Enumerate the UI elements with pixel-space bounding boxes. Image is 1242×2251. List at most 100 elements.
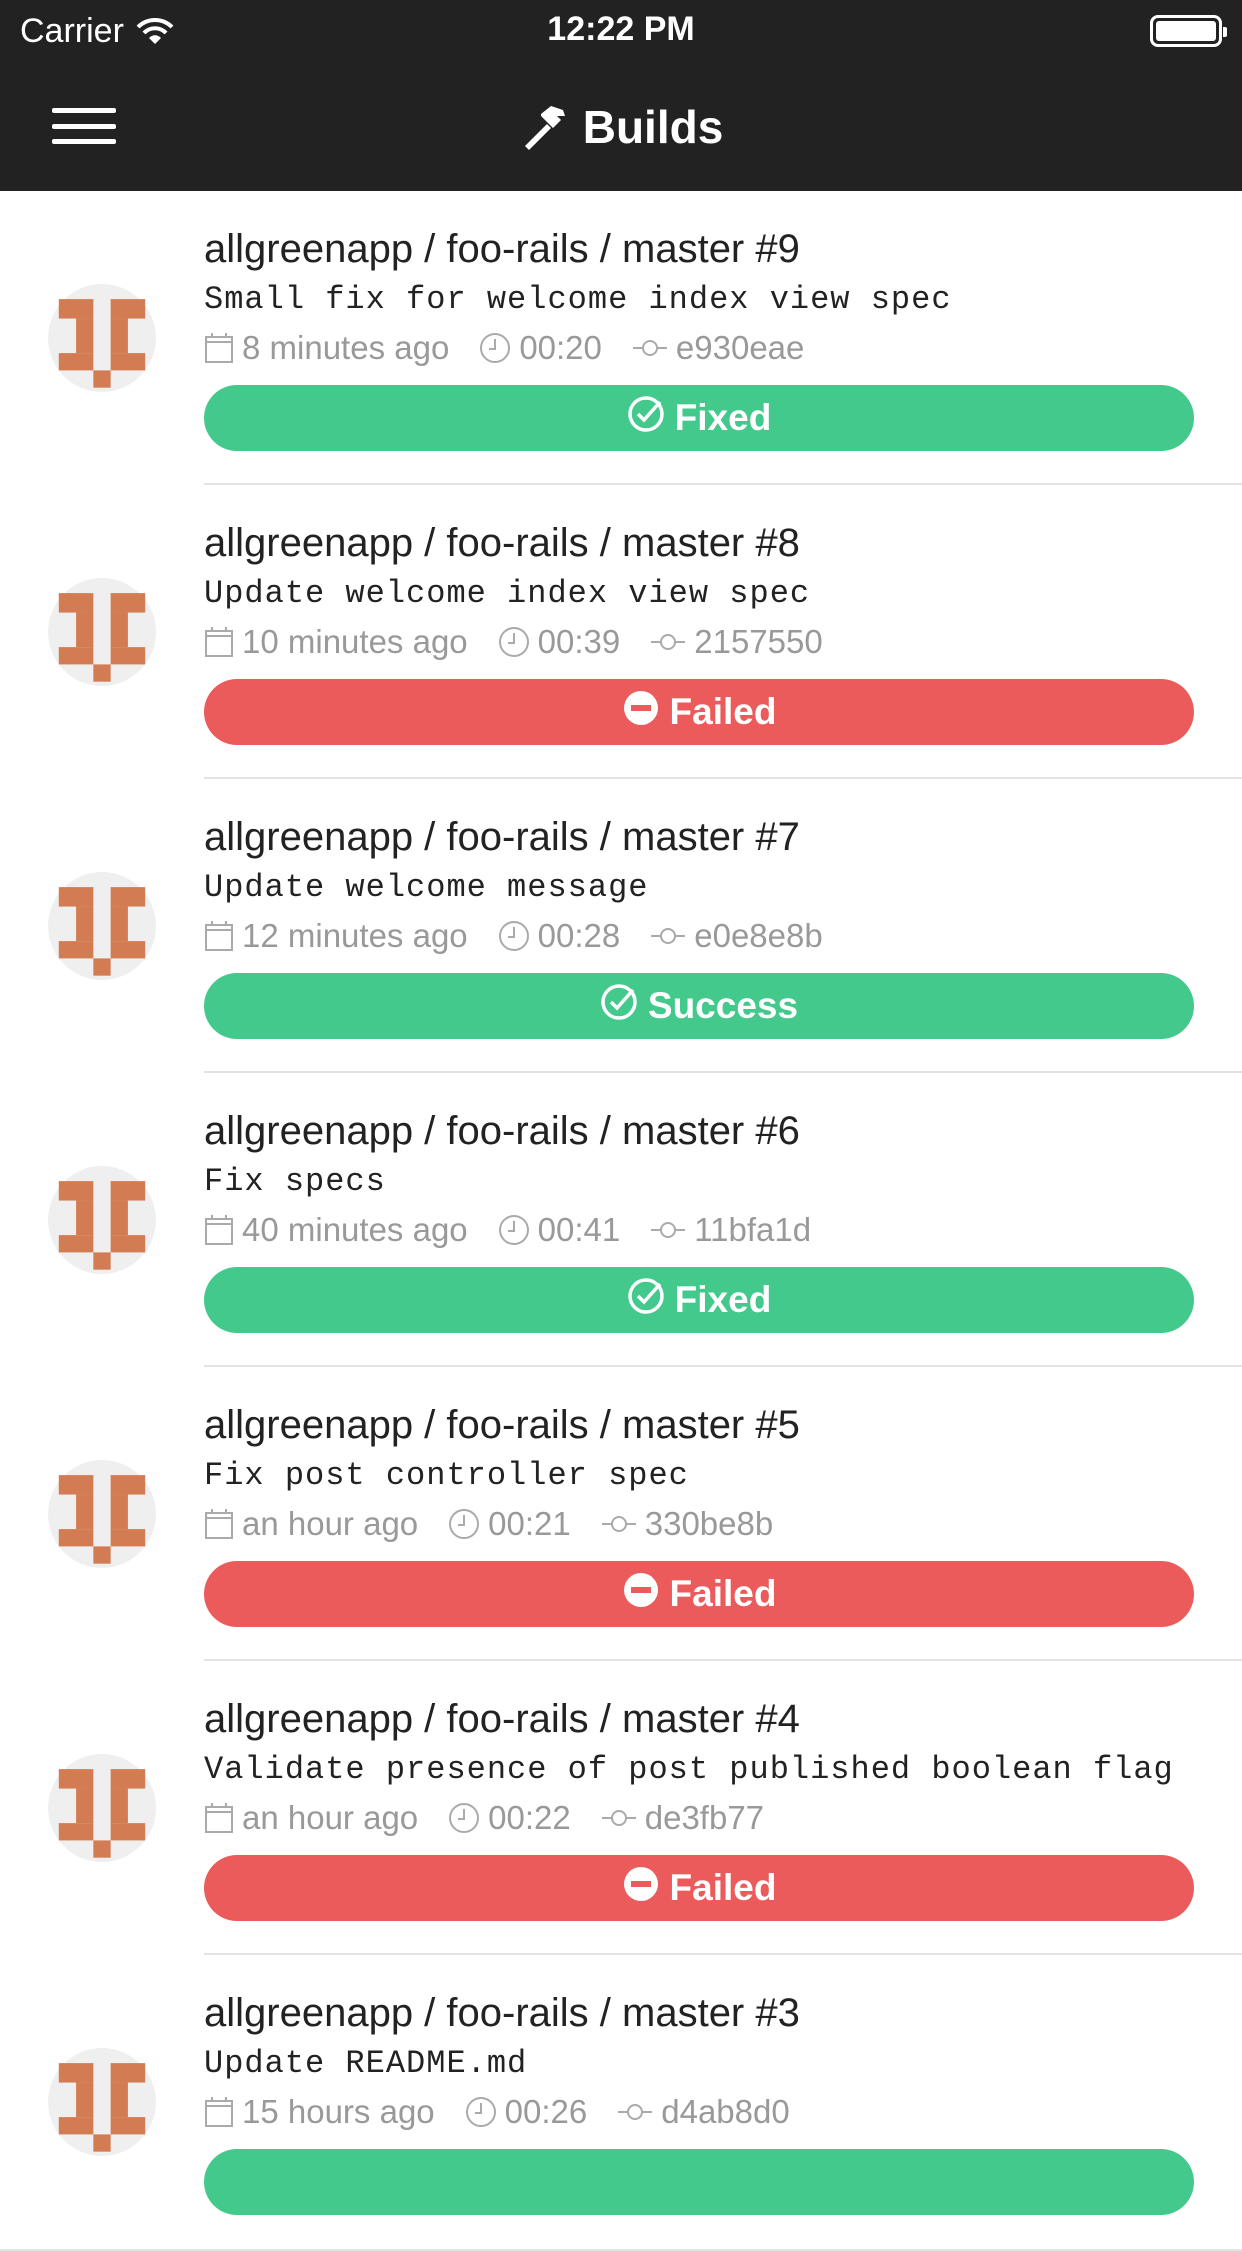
identicon-icon — [48, 872, 156, 980]
avatar — [0, 485, 204, 779]
check-circle-icon — [627, 1277, 665, 1324]
avatar — [0, 1661, 204, 1955]
time-ago: 10 minutes ago — [242, 623, 468, 660]
build-row[interactable]: allgreenapp / foo-rails / master #6 Fix … — [0, 1073, 1242, 1367]
duration: 00:26 — [504, 2093, 588, 2130]
duration: 00:28 — [537, 917, 621, 954]
build-row[interactable]: allgreenapp / foo-rails / master #4 Vali… — [0, 1661, 1242, 1955]
calendar-icon — [204, 2096, 234, 2128]
avatar — [0, 191, 204, 485]
duration: 00:41 — [537, 1211, 621, 1248]
commit-sha: d4ab8d0 — [661, 2093, 790, 2130]
clock-icon — [498, 920, 530, 952]
build-row[interactable]: allgreenapp / foo-rails / master #7 Upda… — [0, 779, 1242, 1073]
calendar-icon — [204, 1214, 234, 1246]
commit-sha: 2157550 — [694, 623, 823, 660]
minus-circle-icon — [622, 1865, 660, 1912]
build-row[interactable]: allgreenapp / foo-rails / master #8 Upda… — [0, 485, 1242, 779]
commit-message: Fix post controller spec — [204, 1457, 689, 1494]
build-row[interactable]: allgreenapp / foo-rails / master #3 Upda… — [0, 1955, 1242, 2251]
clock-icon — [448, 1802, 480, 1834]
status-label: Failed — [669, 691, 777, 732]
build-title: allgreenapp / foo-rails / master #9 — [204, 227, 800, 271]
calendar-icon — [204, 1508, 234, 1540]
status-badge[interactable]: Failed — [204, 679, 1194, 745]
battery-icon — [1150, 15, 1227, 47]
status-badge[interactable]: Fixed — [204, 1267, 1194, 1333]
commit-icon — [617, 2100, 653, 2124]
status-badge[interactable]: Fixed — [204, 385, 1194, 451]
commit-icon — [650, 1218, 686, 1242]
commit-sha: 330be8b — [644, 1505, 774, 1542]
hammer-icon — [524, 105, 565, 150]
commit-icon — [632, 336, 668, 360]
commit-sha: e0e8e8b — [694, 917, 823, 954]
page-title: Builds — [519, 100, 724, 154]
status-badge[interactable]: Failed — [204, 1855, 1194, 1921]
calendar-icon — [204, 626, 234, 658]
clock-icon — [465, 2096, 497, 2128]
top-bar: Carrier 12:22 PM Builds — [0, 0, 1242, 191]
commit-message: Update welcome index view spec — [204, 575, 811, 612]
commit-message: Validate presence of post published bool… — [204, 1751, 1174, 1788]
avatar — [0, 1955, 204, 2249]
commit-icon — [650, 924, 686, 948]
commit-icon — [601, 1806, 637, 1830]
build-row[interactable]: allgreenapp / foo-rails / master #9 Smal… — [0, 191, 1242, 485]
time-ago: 12 minutes ago — [242, 917, 468, 954]
build-title: allgreenapp / foo-rails / master #7 — [204, 815, 800, 859]
check-circle-icon — [627, 395, 665, 442]
clock-icon — [498, 1214, 530, 1246]
calendar-icon — [204, 920, 234, 952]
build-title: allgreenapp / foo-rails / master #8 — [204, 521, 800, 565]
status-bar: Carrier 12:22 PM — [0, 0, 1242, 62]
clock-icon — [479, 332, 511, 364]
time-ago: an hour ago — [242, 1505, 419, 1542]
duration: 00:22 — [488, 1799, 571, 1836]
clock-icon — [448, 1508, 480, 1540]
minus-circle-icon — [622, 689, 660, 736]
avatar — [0, 1367, 204, 1661]
status-badge[interactable] — [204, 2149, 1194, 2215]
commit-sha: de3fb77 — [644, 1799, 765, 1836]
commit-icon — [601, 1512, 637, 1536]
commit-sha: e930eae — [675, 329, 805, 366]
status-badge[interactable]: Success — [204, 973, 1194, 1039]
clock: 12:22 PM — [547, 10, 695, 48]
title-text: Builds — [582, 100, 724, 153]
build-title: allgreenapp / foo-rails / master #4 — [204, 1697, 800, 1741]
calendar-icon — [204, 332, 234, 364]
duration: 00:39 — [537, 623, 621, 660]
duration: 00:21 — [488, 1505, 571, 1542]
time-ago: 15 hours ago — [242, 2093, 435, 2130]
commit-message: Update welcome message — [204, 869, 649, 906]
status-label: Failed — [669, 1573, 777, 1614]
commit-message: Small fix for welcome index view spec — [204, 281, 952, 318]
avatar — [0, 1073, 204, 1367]
clock-icon — [498, 626, 530, 658]
status-label: Success — [647, 985, 799, 1026]
hamburger-icon[interactable] — [52, 108, 116, 144]
build-title: allgreenapp / foo-rails / master #3 — [204, 1991, 800, 2035]
commit-icon — [650, 630, 686, 654]
commit-sha: 11bfa1d — [694, 1211, 812, 1248]
build-title: allgreenapp / foo-rails / master #5 — [204, 1403, 800, 1447]
time-ago: an hour ago — [242, 1799, 419, 1836]
identicon-icon — [48, 578, 156, 686]
nav-bar: Builds — [0, 62, 1242, 191]
identicon-icon — [48, 1166, 156, 1274]
calendar-icon — [204, 1802, 234, 1834]
commit-message: Update README.md — [204, 2045, 528, 2082]
avatar — [0, 779, 204, 1073]
identicon-icon — [48, 2048, 156, 2156]
build-title: allgreenapp / foo-rails / master #6 — [204, 1109, 800, 1153]
status-label: Fixed — [674, 397, 772, 438]
status-label: Failed — [669, 1867, 777, 1908]
status-badge[interactable]: Failed — [204, 1561, 1194, 1627]
build-list: allgreenapp / foo-rails / master #9 Smal… — [0, 191, 1242, 2251]
minus-circle-icon — [622, 1571, 660, 1618]
time-ago: 8 minutes ago — [242, 329, 450, 366]
identicon-icon — [48, 284, 156, 392]
build-row[interactable]: allgreenapp / foo-rails / master #5 Fix … — [0, 1367, 1242, 1661]
identicon-icon — [48, 1754, 156, 1862]
